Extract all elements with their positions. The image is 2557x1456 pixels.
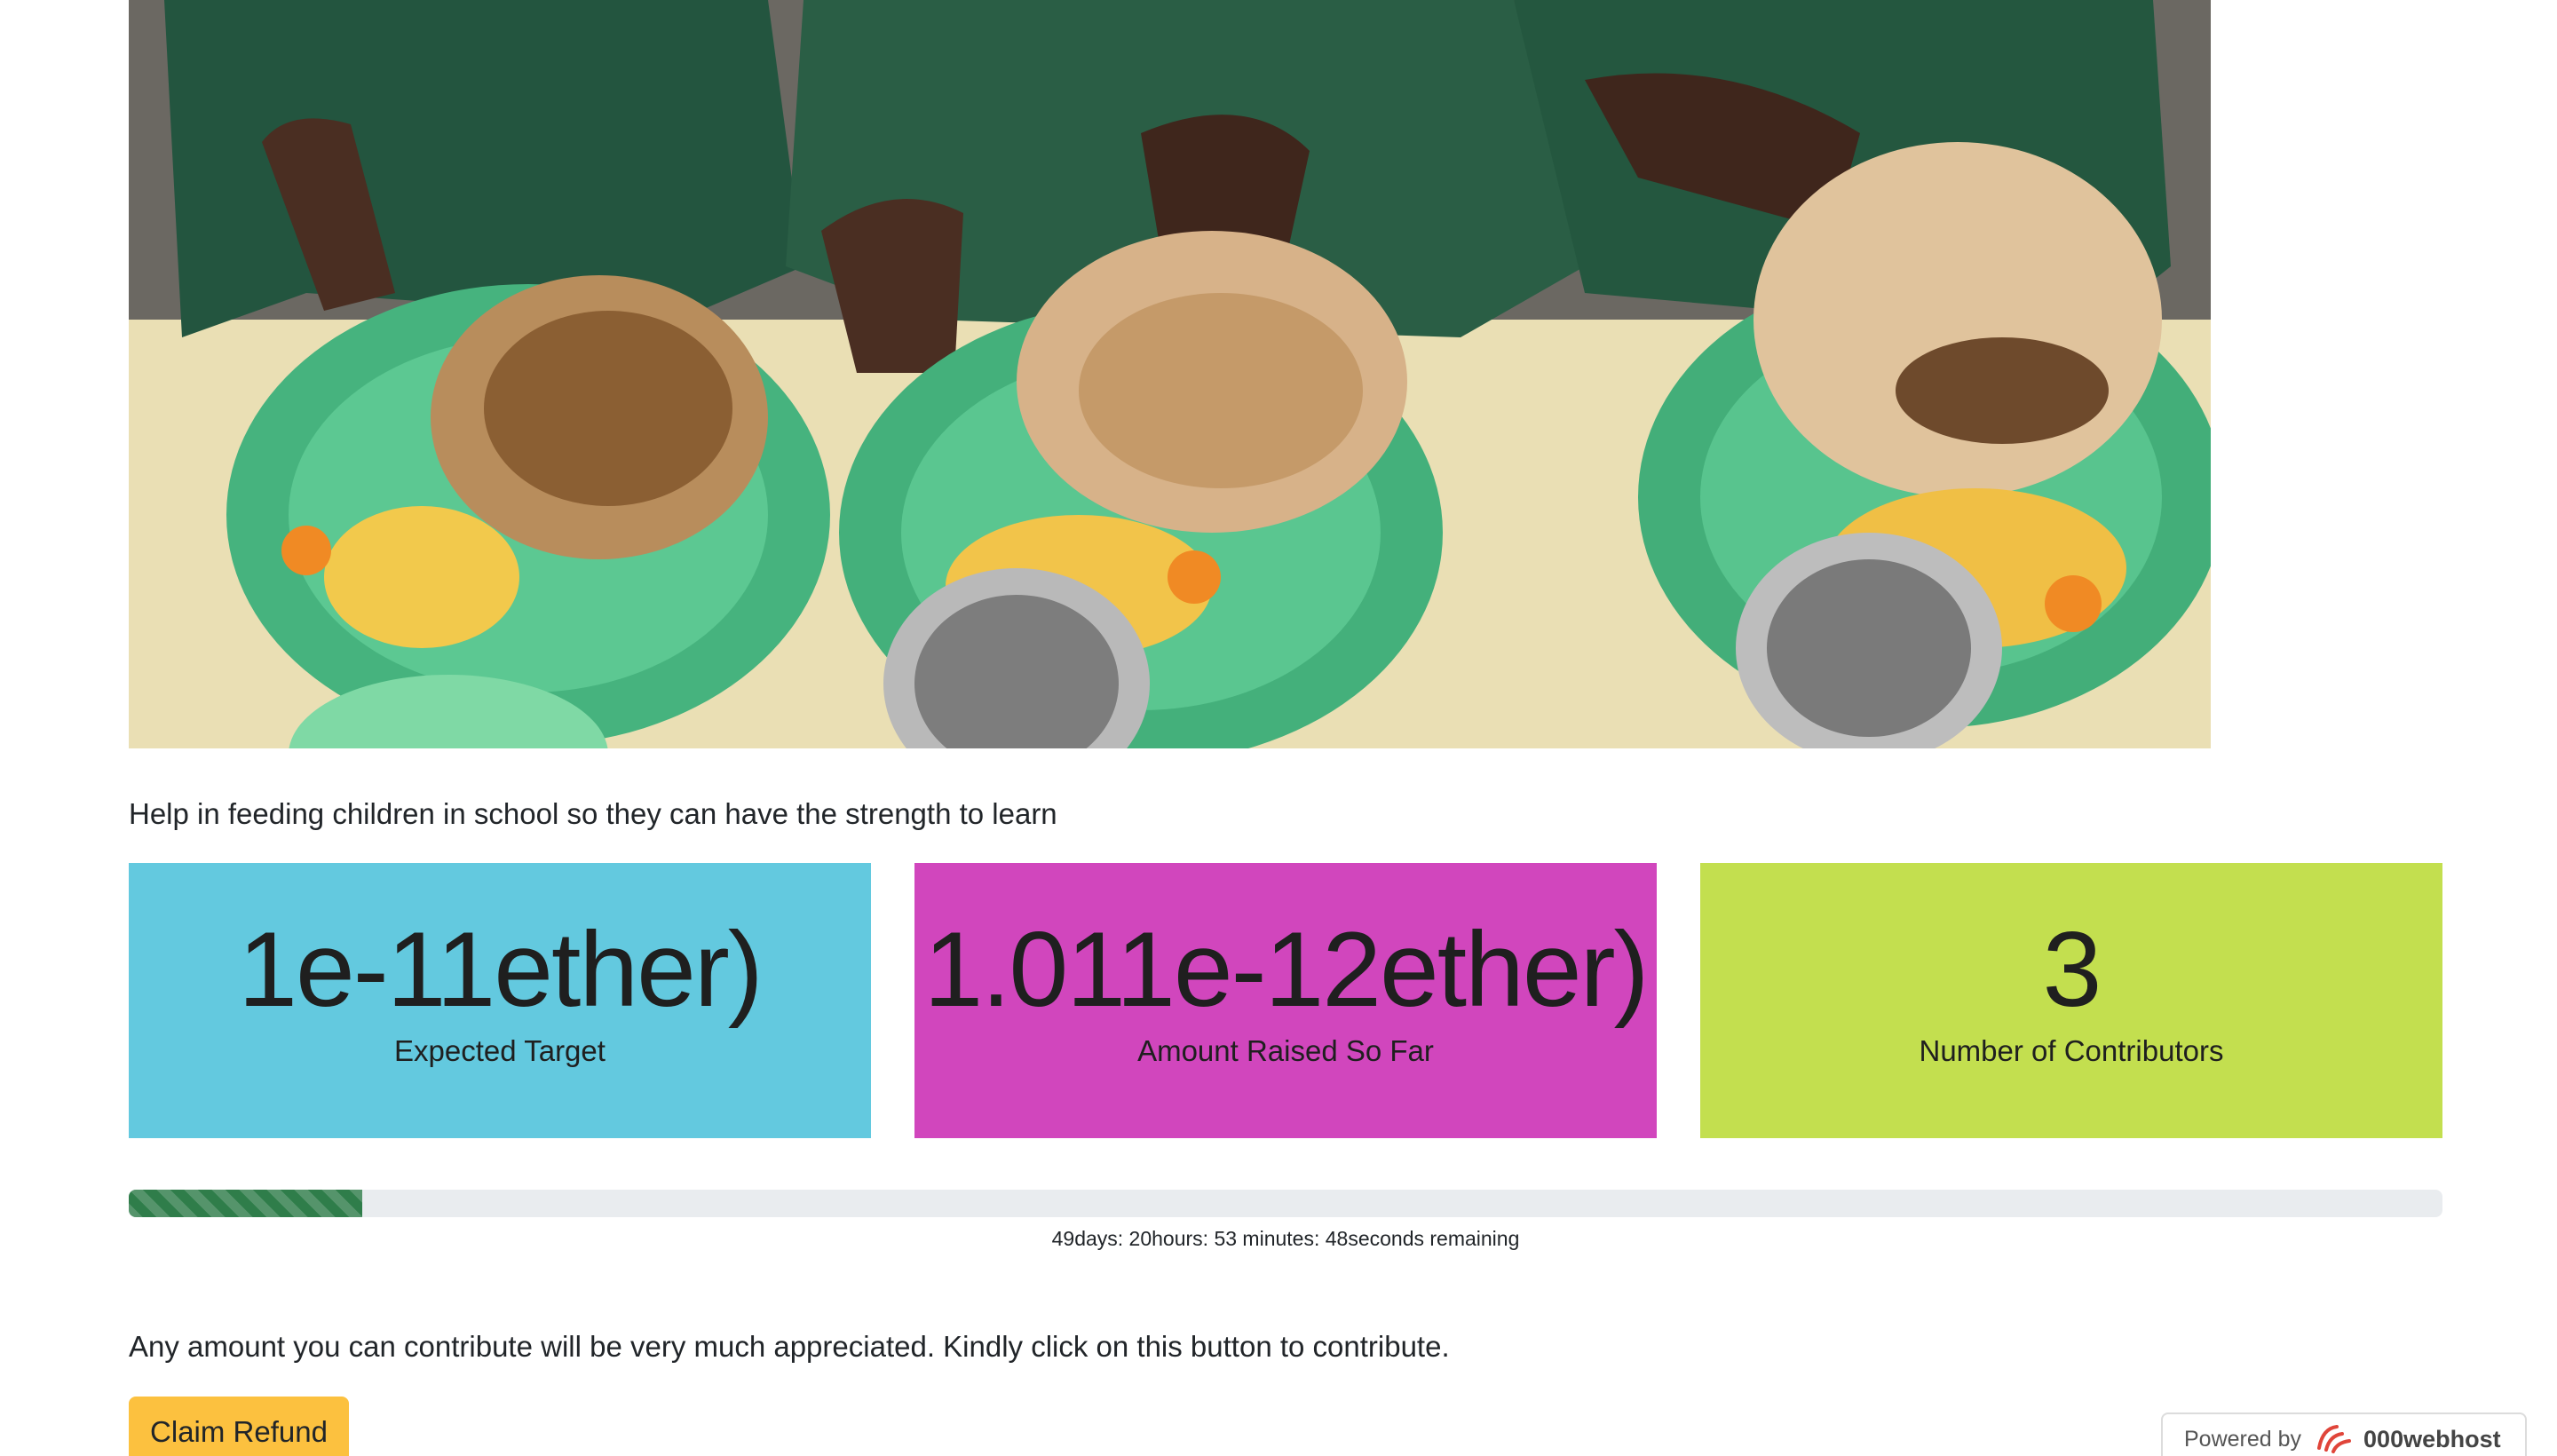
contributors-card: 3 Number of Contributors bbox=[1700, 863, 2442, 1138]
000webhost-brand-name: 000webhost bbox=[2363, 1425, 2501, 1452]
contribution-appeal: Any amount you can contribute will be ve… bbox=[129, 1330, 1450, 1363]
000webhost-logo-icon bbox=[2317, 1425, 2352, 1453]
expected-target-value: 1e-11ether) bbox=[238, 910, 763, 1029]
campaign-image bbox=[129, 0, 2211, 748]
children-eating-photo bbox=[129, 0, 2211, 748]
amount-raised-card: 1.011e-12ether) Amount Raised So Far bbox=[914, 863, 1657, 1138]
campaign-page: Help in feeding children in school so th… bbox=[0, 0, 2557, 1456]
powered-by-badge[interactable]: Powered by 000webhost bbox=[2161, 1412, 2527, 1456]
powered-by-label: Powered by bbox=[2184, 1426, 2302, 1452]
amount-raised-value: 1.011e-12ether) bbox=[923, 910, 1649, 1029]
amount-raised-label: Amount Raised So Far bbox=[1137, 1034, 1434, 1067]
countdown-timer: 49days: 20hours: 53 minutes: 48seconds r… bbox=[1051, 1227, 1520, 1250]
contributors-label: Number of Contributors bbox=[1919, 1034, 2224, 1067]
expected-target-card: 1e-11ether) Expected Target bbox=[129, 863, 871, 1138]
expected-target-label: Expected Target bbox=[394, 1034, 606, 1067]
contributors-value: 3 bbox=[2042, 910, 2102, 1029]
campaign-description: Help in feeding children in school so th… bbox=[129, 797, 1057, 830]
funding-progress-fill bbox=[129, 1190, 363, 1217]
claim-refund-button[interactable]: Claim Refund bbox=[129, 1397, 349, 1456]
funding-progress-bar bbox=[129, 1190, 2442, 1217]
